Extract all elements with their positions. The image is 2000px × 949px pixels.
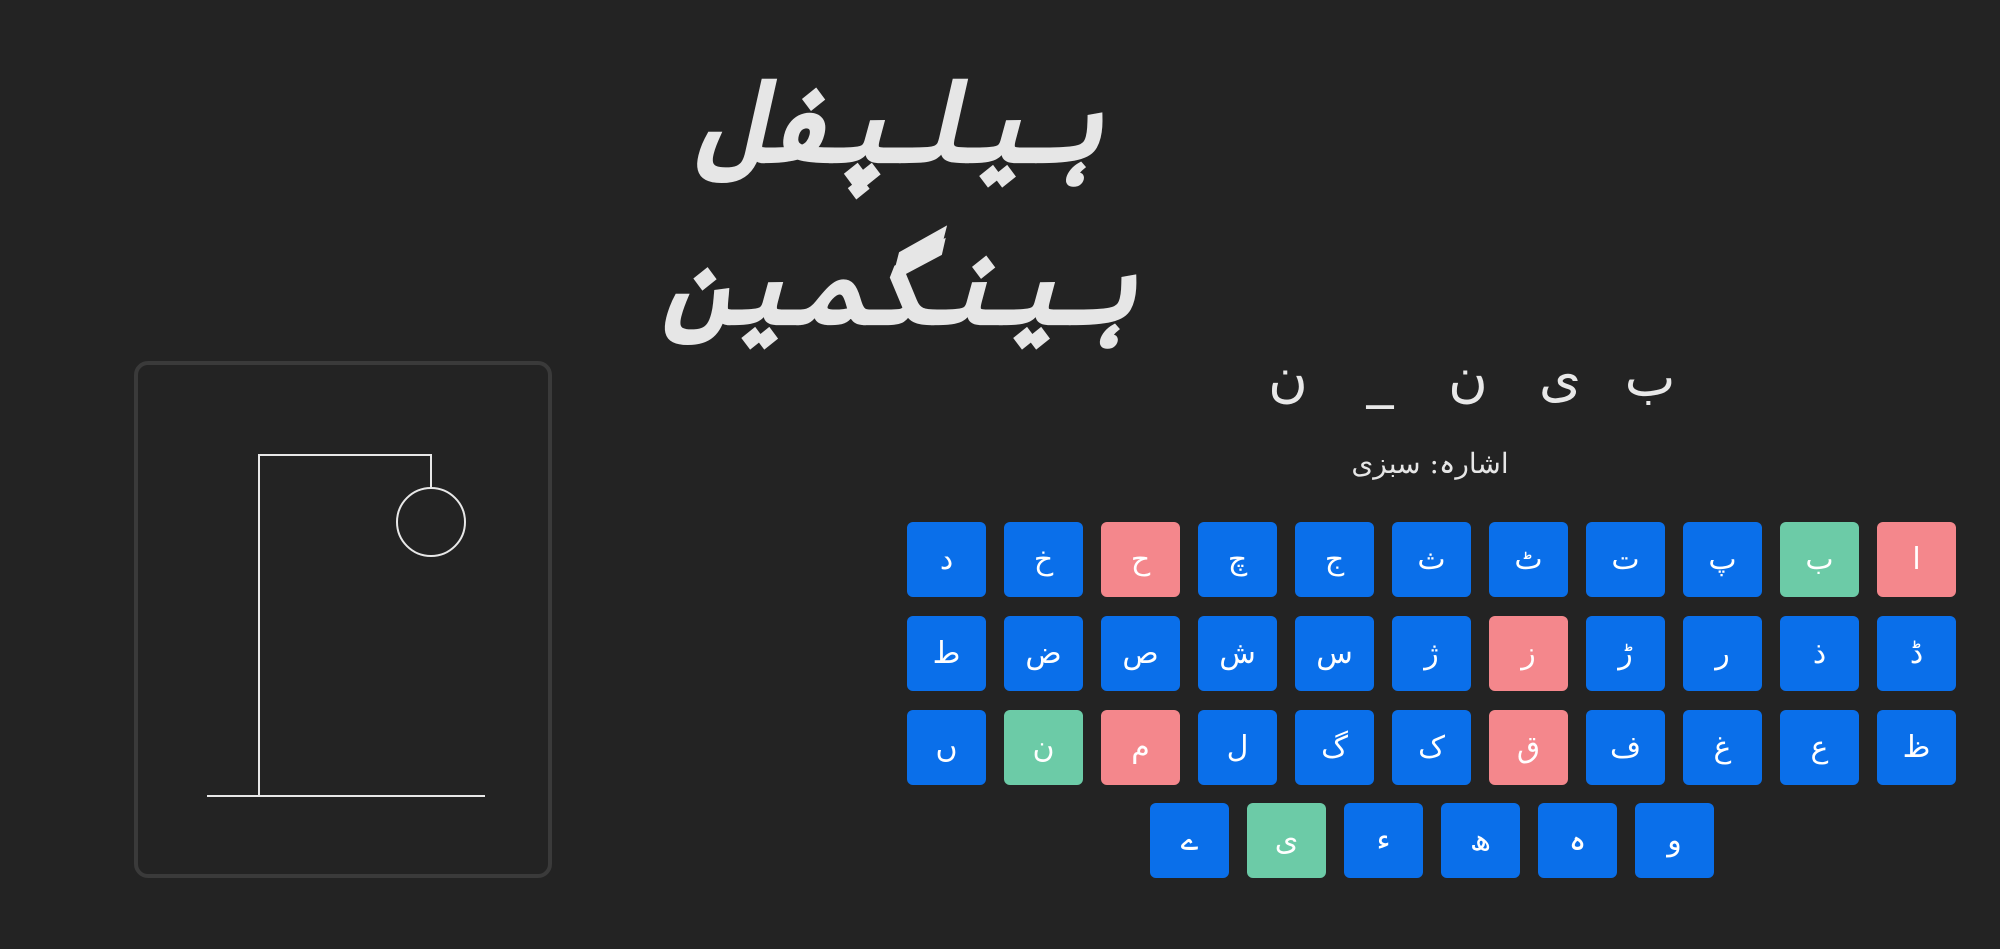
- key-default[interactable]: ڈ: [1877, 616, 1956, 691]
- key-default[interactable]: و: [1635, 803, 1714, 878]
- key-wrong[interactable]: ح: [1101, 522, 1180, 597]
- key-default[interactable]: ژ: [1392, 616, 1471, 691]
- key-default[interactable]: ر: [1683, 616, 1762, 691]
- key-default[interactable]: ء: [1344, 803, 1423, 878]
- key-wrong[interactable]: ق: [1489, 710, 1568, 785]
- key-default[interactable]: ض: [1004, 616, 1083, 691]
- key-default[interactable]: س: [1295, 616, 1374, 691]
- letter-keyboard: ابپتٹثجچحخد ڈذرڑزژسشصضط ظعغفقکگلمنں وہھءیے: [0, 0, 2000, 949]
- key-default[interactable]: ہ: [1538, 803, 1617, 878]
- key-default[interactable]: ص: [1101, 616, 1180, 691]
- key-correct[interactable]: ب: [1780, 522, 1859, 597]
- key-default[interactable]: گ: [1295, 710, 1374, 785]
- key-default[interactable]: ع: [1780, 710, 1859, 785]
- key-default[interactable]: ث: [1392, 522, 1471, 597]
- key-default[interactable]: ظ: [1877, 710, 1956, 785]
- key-wrong[interactable]: ز: [1489, 616, 1568, 691]
- key-default[interactable]: ط: [907, 616, 986, 691]
- key-correct[interactable]: ن: [1004, 710, 1083, 785]
- key-default[interactable]: ٹ: [1489, 522, 1568, 597]
- key-default[interactable]: ت: [1586, 522, 1665, 597]
- key-default[interactable]: غ: [1683, 710, 1762, 785]
- key-default[interactable]: ے: [1150, 803, 1229, 878]
- key-default[interactable]: ذ: [1780, 616, 1859, 691]
- key-default[interactable]: خ: [1004, 522, 1083, 597]
- key-default[interactable]: ل: [1198, 710, 1277, 785]
- key-default[interactable]: ش: [1198, 616, 1277, 691]
- key-default[interactable]: پ: [1683, 522, 1762, 597]
- key-default[interactable]: چ: [1198, 522, 1277, 597]
- key-default[interactable]: د: [907, 522, 986, 597]
- key-default[interactable]: ف: [1586, 710, 1665, 785]
- key-default[interactable]: ک: [1392, 710, 1471, 785]
- key-default[interactable]: ج: [1295, 522, 1374, 597]
- key-wrong[interactable]: ا: [1877, 522, 1956, 597]
- key-correct[interactable]: ی: [1247, 803, 1326, 878]
- key-wrong[interactable]: م: [1101, 710, 1180, 785]
- key-default[interactable]: ڑ: [1586, 616, 1665, 691]
- key-default[interactable]: ں: [907, 710, 986, 785]
- key-default[interactable]: ھ: [1441, 803, 1520, 878]
